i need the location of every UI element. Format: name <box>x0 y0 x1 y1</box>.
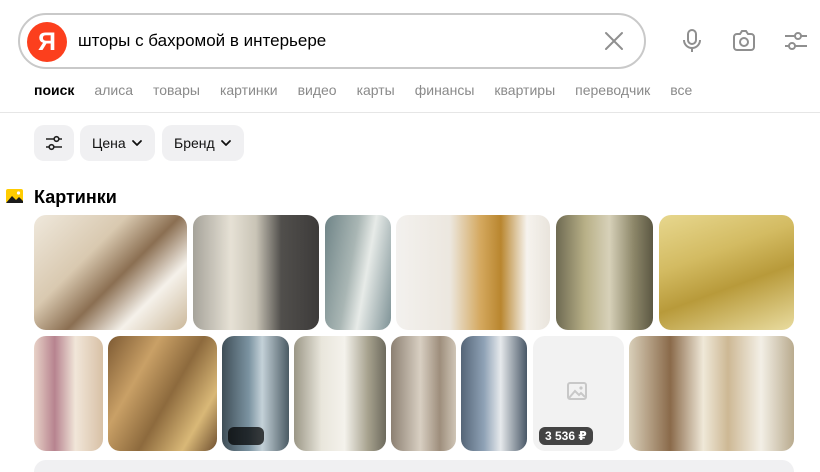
filter-sliders-icon <box>46 135 62 151</box>
image-icon <box>6 189 23 203</box>
filter-sliders-button[interactable] <box>34 125 74 161</box>
camera-icon[interactable] <box>731 28 757 54</box>
brand-filter-label: Бренд <box>174 135 215 151</box>
search-input[interactable]: шторы с бахромой в интерьере <box>78 31 326 51</box>
search-tabs: поиск алиса товары картинки видео карты … <box>34 82 712 102</box>
brand-filter-chip[interactable]: Бренд <box>162 125 244 161</box>
more-images-count: 3 536 ₽ <box>539 427 593 445</box>
image-thumbnail[interactable] <box>461 336 527 451</box>
clear-icon[interactable] <box>602 29 626 53</box>
image-thumbnail[interactable] <box>294 336 386 451</box>
microphone-icon[interactable] <box>679 28 705 54</box>
tab-images[interactable]: картинки <box>220 82 278 102</box>
next-section-card <box>34 460 794 472</box>
tabs-divider <box>0 112 820 113</box>
tab-apartments[interactable]: квартиры <box>494 82 555 102</box>
image-thumbnail[interactable] <box>556 215 653 330</box>
chevron-down-icon <box>220 140 231 146</box>
tab-translator[interactable]: переводчик <box>575 82 650 102</box>
more-images-tile[interactable]: 3 536 ₽ <box>533 336 624 451</box>
image-thumbnail[interactable] <box>34 336 103 451</box>
search-bar[interactable]: Я шторы с бахромой в интерьере <box>18 13 646 69</box>
image-thumbnail[interactable] <box>222 336 289 451</box>
tab-all[interactable]: все <box>670 82 692 102</box>
image-thumbnail[interactable] <box>396 215 550 330</box>
price-filter-label: Цена <box>92 135 126 151</box>
image-thumbnail[interactable] <box>391 336 456 451</box>
image-thumbnail[interactable] <box>193 215 319 330</box>
tab-search[interactable]: поиск <box>34 82 74 102</box>
tab-products[interactable]: товары <box>153 82 200 102</box>
tab-alice[interactable]: алиса <box>94 82 133 102</box>
tab-video[interactable]: видео <box>298 82 337 102</box>
tab-finance[interactable]: финансы <box>415 82 475 102</box>
image-thumbnail[interactable] <box>629 336 794 451</box>
tab-maps[interactable]: карты <box>357 82 395 102</box>
badge <box>228 427 264 445</box>
chevron-down-icon <box>131 140 142 146</box>
image-placeholder-icon <box>567 382 587 400</box>
images-section-title[interactable]: Картинки <box>34 187 117 208</box>
settings-sliders-icon[interactable] <box>783 28 809 54</box>
image-thumbnail[interactable] <box>34 215 187 330</box>
price-filter-chip[interactable]: Цена <box>80 125 155 161</box>
image-thumbnail[interactable] <box>325 215 391 330</box>
image-thumbnail[interactable] <box>108 336 217 451</box>
yandex-logo[interactable]: Я <box>27 22 67 62</box>
image-thumbnail[interactable] <box>659 215 794 330</box>
